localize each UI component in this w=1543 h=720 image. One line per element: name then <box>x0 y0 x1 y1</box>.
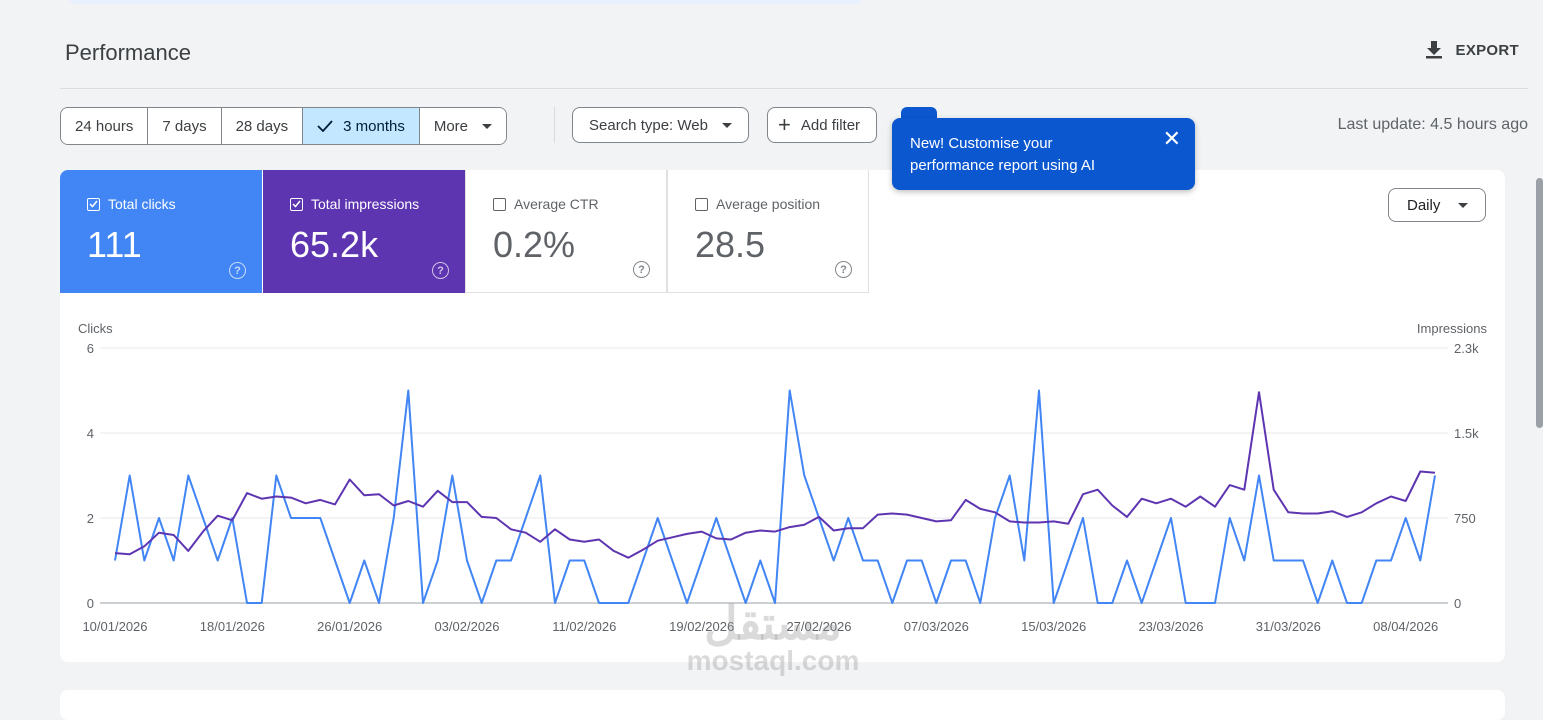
tooltip-text: New! Customise your performance report u… <box>910 135 1096 174</box>
date-range-selector: 24 hours 7 days 28 days 3 months More <box>60 107 508 145</box>
ai-tooltip: New! Customise your performance report u… <box>892 118 1195 190</box>
performance-chart-card: Total clicks 111 ? Total impressions 65.… <box>60 170 1505 662</box>
x-tick-label: 31/03/2026 <box>1256 619 1321 634</box>
x-tick-label: 15/03/2026 <box>1021 619 1086 634</box>
x-tick-label: 18/01/2026 <box>200 619 265 634</box>
page-title: Performance <box>65 40 191 65</box>
y-left-tick-label: 4 <box>87 426 94 441</box>
range-label: 3 months <box>343 117 405 135</box>
x-tick-label: 08/04/2026 <box>1373 619 1438 634</box>
y-right-tick-label: 0 <box>1454 596 1461 611</box>
export-button[interactable]: EXPORT <box>1424 40 1519 60</box>
watermark-url: mostaql.com <box>686 645 860 676</box>
range-label: 28 days <box>235 117 289 135</box>
range-28-days[interactable]: 28 days <box>221 108 304 144</box>
x-tick-label: 23/03/2026 <box>1138 619 1203 634</box>
y-left-tick-label: 2 <box>87 511 94 526</box>
add-filter-label: Add filter <box>800 116 861 134</box>
x-tick-label: 07/03/2026 <box>904 619 969 634</box>
x-tick-label: 03/02/2026 <box>434 619 499 634</box>
search-type-dropdown[interactable]: Search type: Web <box>572 107 749 143</box>
plus-icon: + <box>778 112 791 137</box>
range-more-dropdown[interactable]: More <box>419 108 507 144</box>
range-label: More <box>433 117 469 135</box>
range-24-hours[interactable]: 24 hours <box>61 108 149 144</box>
y-left-axis-title: Clicks <box>78 321 113 336</box>
toolbar-divider <box>554 107 555 143</box>
next-card <box>60 690 1505 720</box>
clicks-series-line <box>114 389 1436 604</box>
dropdown-arrow-icon <box>721 122 732 128</box>
top-banner-edge <box>68 0 863 4</box>
range-label: 24 hours <box>75 117 134 135</box>
y-right-tick-label: 2.3k <box>1454 341 1479 356</box>
y-right-tick-label: 1.5k <box>1454 426 1479 441</box>
scrollbar-thumb[interactable] <box>1536 178 1543 428</box>
range-7-days[interactable]: 7 days <box>148 108 222 144</box>
watermark: مستقل mostaql.com <box>678 600 868 676</box>
x-tick-label: 26/01/2026 <box>317 619 382 634</box>
header-divider <box>60 88 1528 89</box>
close-icon[interactable]: ✕ <box>1163 128 1181 150</box>
range-label: 7 days <box>162 117 207 135</box>
x-tick-label: 11/02/2026 <box>552 619 616 634</box>
add-filter-button[interactable]: + Add filter <box>767 107 878 143</box>
y-right-axis-title: Impressions <box>1417 321 1488 336</box>
impressions-series-line <box>114 391 1436 559</box>
performance-line-chart: 0 0 2 750 4 1.5k 6 2.3k Clicks Impressions 10/01/2… <box>78 321 1488 634</box>
y-right-tick-label: 750 <box>1454 511 1476 526</box>
check-icon <box>317 120 333 132</box>
search-type-label: Search type: Web <box>589 116 708 134</box>
range-3-months[interactable]: 3 months <box>303 108 420 144</box>
x-tick-label: 10/01/2026 <box>82 619 147 634</box>
dropdown-arrow-icon <box>482 123 493 129</box>
y-left-tick-label: 6 <box>87 341 94 356</box>
download-icon <box>1425 41 1442 59</box>
export-label: EXPORT <box>1455 41 1519 59</box>
y-left-tick-label: 0 <box>87 596 94 611</box>
watermark-arabic: مستقل <box>704 597 842 649</box>
last-update-text: Last update: 4.5 hours ago <box>1337 116 1528 133</box>
